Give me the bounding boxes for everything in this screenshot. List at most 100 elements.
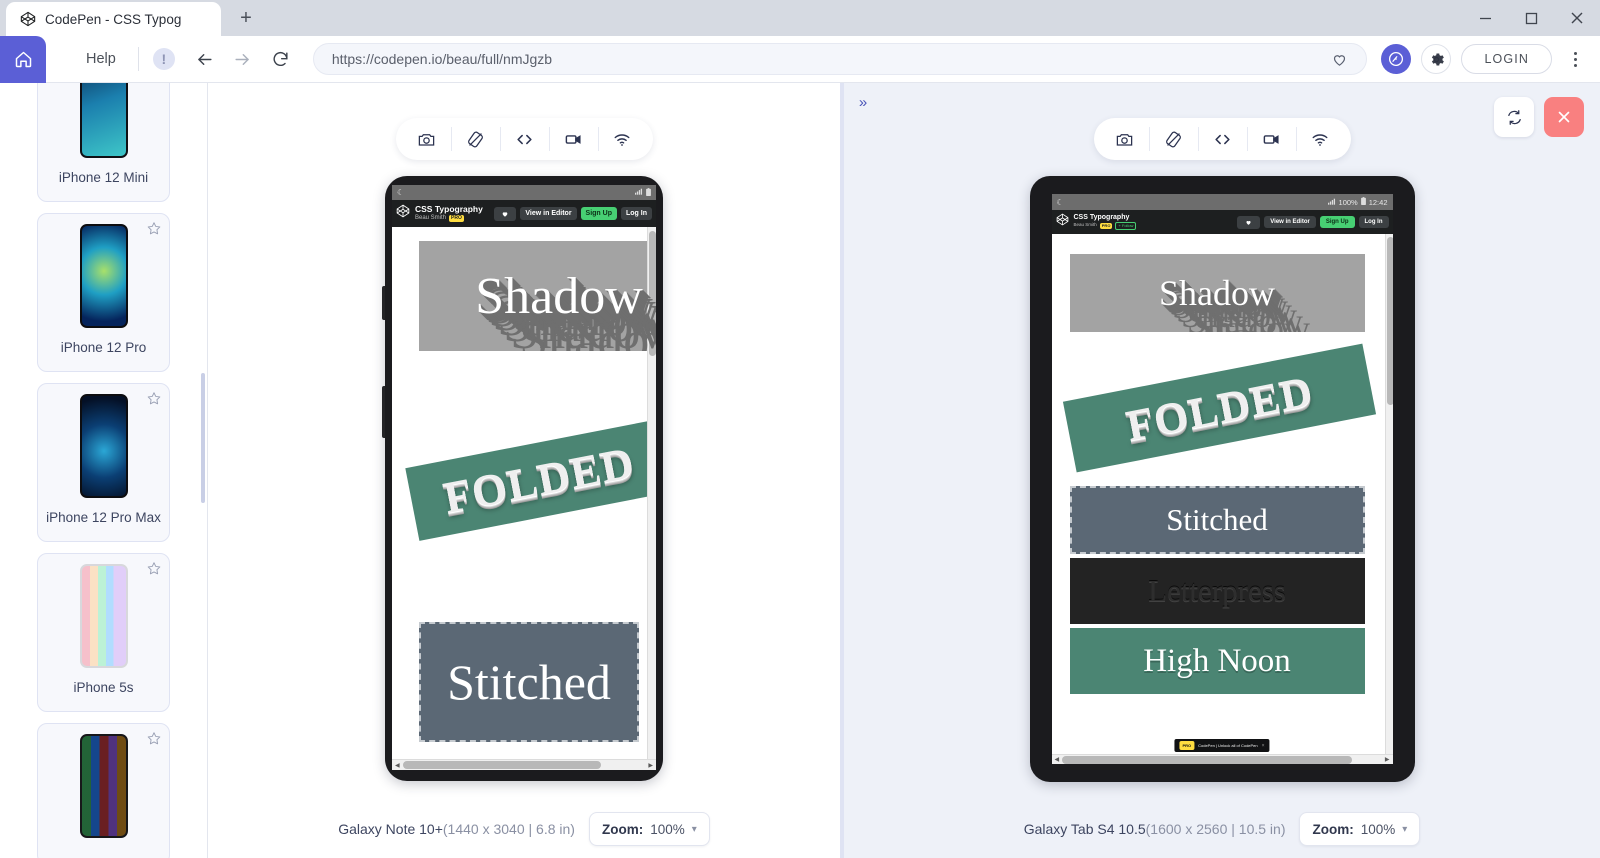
star-icon[interactable] [147, 391, 161, 405]
star-icon[interactable] [147, 221, 161, 235]
pen-author[interactable]: Beau Smith [1074, 222, 1097, 228]
pen-horizontal-scrollbar[interactable]: ◀ ▶ [1051, 754, 1393, 764]
device-label: Galaxy Tab S4 10.5(1600 x 2560 | 10.5 in… [1024, 821, 1286, 837]
star-icon[interactable] [147, 731, 161, 745]
main-area: iPhone 12 Mini iPhone 12 Pro iPhone 12 P… [0, 83, 1600, 858]
camera-icon[interactable] [402, 118, 451, 160]
close-icon[interactable] [1554, 0, 1600, 36]
zoom-control[interactable]: Zoom: 100% ▾ [588, 812, 710, 846]
maximize-icon[interactable] [1508, 0, 1554, 36]
pen-author[interactable]: Beau Smith [415, 215, 446, 222]
chevron-down-icon[interactable]: ▾ [692, 824, 697, 835]
pen-horizontal-scrollbar[interactable]: ◀ ▶ [392, 759, 656, 770]
list-item[interactable]: iPhone 12 Pro Max [37, 382, 170, 542]
scroll-left-arrow-icon[interactable]: ◀ [1052, 756, 1063, 763]
scroll-left-arrow-icon[interactable]: ◀ [392, 762, 403, 769]
view-in-editor-button[interactable]: View in Editor [520, 207, 577, 220]
address-bar[interactable]: https://codepen.io/beau/full/nmJgzb [312, 43, 1368, 75]
video-icon[interactable] [548, 118, 598, 160]
code-icon[interactable] [499, 118, 549, 160]
list-item[interactable] [37, 722, 170, 858]
forward-arrow-icon[interactable] [227, 43, 259, 75]
device-dimensions: (1600 x 2560 | 10.5 in) [1145, 821, 1286, 837]
pen-header-bar: CSS Typography Beau Smith PRO + Follow V… [1051, 210, 1393, 234]
demo-panel-letterpress: Letterpress [1069, 558, 1365, 624]
warning-badge[interactable]: ! [152, 48, 175, 70]
login-button[interactable]: LOGIN [1461, 44, 1552, 74]
phone-screen[interactable]: ☾ CSS Typography Beau Smith PRO View in … [392, 185, 656, 770]
help-button[interactable]: Help [64, 51, 138, 67]
pen-like-button[interactable] [1237, 215, 1261, 229]
rotate-icon[interactable] [450, 118, 500, 160]
device-pane-tablet: » ☾ 100% 12:42 CSS Typography Beau Smith… [844, 83, 1600, 858]
pen-vertical-scrollbar[interactable] [647, 227, 656, 770]
pen-preview-body[interactable]: Shadow FOLDED Stitched Letterpress High … [1051, 234, 1393, 764]
codepen-promo-banner[interactable]: PRO CodePen | Unlock all of CodePen × [1174, 739, 1270, 752]
navigation-controls: ! [152, 43, 297, 75]
minimize-icon[interactable] [1462, 0, 1508, 36]
reload-icon[interactable] [265, 43, 297, 75]
promo-text: CodePen | Unlock all of CodePen [1198, 743, 1258, 748]
browser-tab-title: CodePen - CSS Typog [45, 11, 182, 27]
heart-icon[interactable] [1326, 46, 1352, 72]
status-time: 12:42 [1368, 197, 1388, 207]
wifi-icon[interactable] [597, 118, 647, 160]
tablet-device-frame: ☾ 100% 12:42 CSS Typography Beau Smith P… [1029, 176, 1415, 782]
codepen-icon [20, 11, 36, 27]
typography-demo-stack: Shadow FOLDED Stitched Letterpress High … [1052, 234, 1393, 694]
battery-icon [1360, 197, 1366, 207]
pen-login-button[interactable]: Log In [621, 207, 652, 220]
camera-icon[interactable] [1100, 118, 1149, 160]
pen-vertical-scrollbar[interactable] [1384, 234, 1393, 764]
iphone-6-plus-thumbnail [79, 733, 128, 838]
demo-panel-folded: FOLDED [1062, 343, 1376, 473]
scroll-right-arrow-icon[interactable]: ▶ [1382, 756, 1393, 763]
video-icon[interactable] [1246, 118, 1296, 160]
list-item[interactable]: iPhone 5s [37, 552, 170, 712]
refresh-icon[interactable] [1494, 97, 1534, 137]
wifi-icon[interactable] [1295, 118, 1345, 160]
device-toolbar [395, 118, 653, 160]
pen-like-button[interactable] [494, 206, 517, 221]
speedometer-icon[interactable] [1381, 44, 1412, 74]
tablet-screen[interactable]: ☾ 100% 12:42 CSS Typography Beau Smith P… [1051, 194, 1393, 764]
code-icon[interactable] [1197, 118, 1247, 160]
url-text: https://codepen.io/beau/full/nmJgzb [331, 51, 553, 67]
sidebar-scrollbar[interactable] [201, 373, 205, 503]
pro-badge: PRO [1099, 222, 1113, 229]
device-list-sidebar[interactable]: iPhone 12 Mini iPhone 12 Pro iPhone 12 P… [0, 83, 208, 858]
battery-icon [646, 187, 651, 198]
demo-text: Letterpress [1148, 573, 1286, 608]
expand-panel-button[interactable]: » [852, 91, 874, 113]
browser-tab[interactable]: CodePen - CSS Typog [6, 2, 221, 36]
browser-tabstrip-bar: CodePen - CSS Typog + [0, 0, 1600, 36]
close-pane-button[interactable] [1544, 97, 1584, 137]
view-in-editor-button[interactable]: View in Editor [1264, 216, 1316, 228]
pen-preview-body[interactable]: Shadow FOLDED Stitched ◀ ▶ [392, 227, 656, 770]
pen-author-row: Beau Smith PRO + Follow [1074, 221, 1137, 230]
follow-badge[interactable]: + Follow [1115, 221, 1137, 230]
list-item[interactable]: iPhone 12 Pro [37, 212, 170, 372]
scroll-right-arrow-icon[interactable]: ▶ [645, 762, 656, 769]
rotate-icon[interactable] [1148, 118, 1198, 160]
iphone-12-pro-max-thumbnail [79, 393, 128, 498]
chevron-down-icon[interactable]: ▾ [1402, 824, 1407, 835]
device-name: iPhone 12 Mini [58, 170, 149, 185]
gear-icon[interactable] [1421, 44, 1452, 74]
kebab-menu-icon[interactable] [1562, 51, 1588, 67]
star-icon[interactable] [147, 561, 161, 575]
device-name: iPhone 12 Pro Max [46, 509, 161, 525]
close-icon[interactable]: × [1262, 743, 1265, 749]
pen-login-button[interactable]: Log In [1358, 216, 1389, 228]
list-item[interactable]: iPhone 12 Mini [37, 83, 170, 202]
home-button[interactable] [0, 35, 46, 83]
back-arrow-icon[interactable] [189, 43, 221, 75]
signup-button[interactable]: Sign Up [580, 207, 617, 220]
zoom-control[interactable]: Zoom: 100% ▾ [1299, 812, 1421, 846]
signup-button[interactable]: Sign Up [1319, 216, 1355, 228]
demo-panel-shadow: Shadow [1069, 254, 1365, 332]
pen-title: CSS Typography [1073, 214, 1130, 222]
new-tab-button[interactable]: + [231, 3, 261, 33]
signal-icon [635, 188, 643, 197]
moon-icon: ☾ [397, 188, 405, 197]
